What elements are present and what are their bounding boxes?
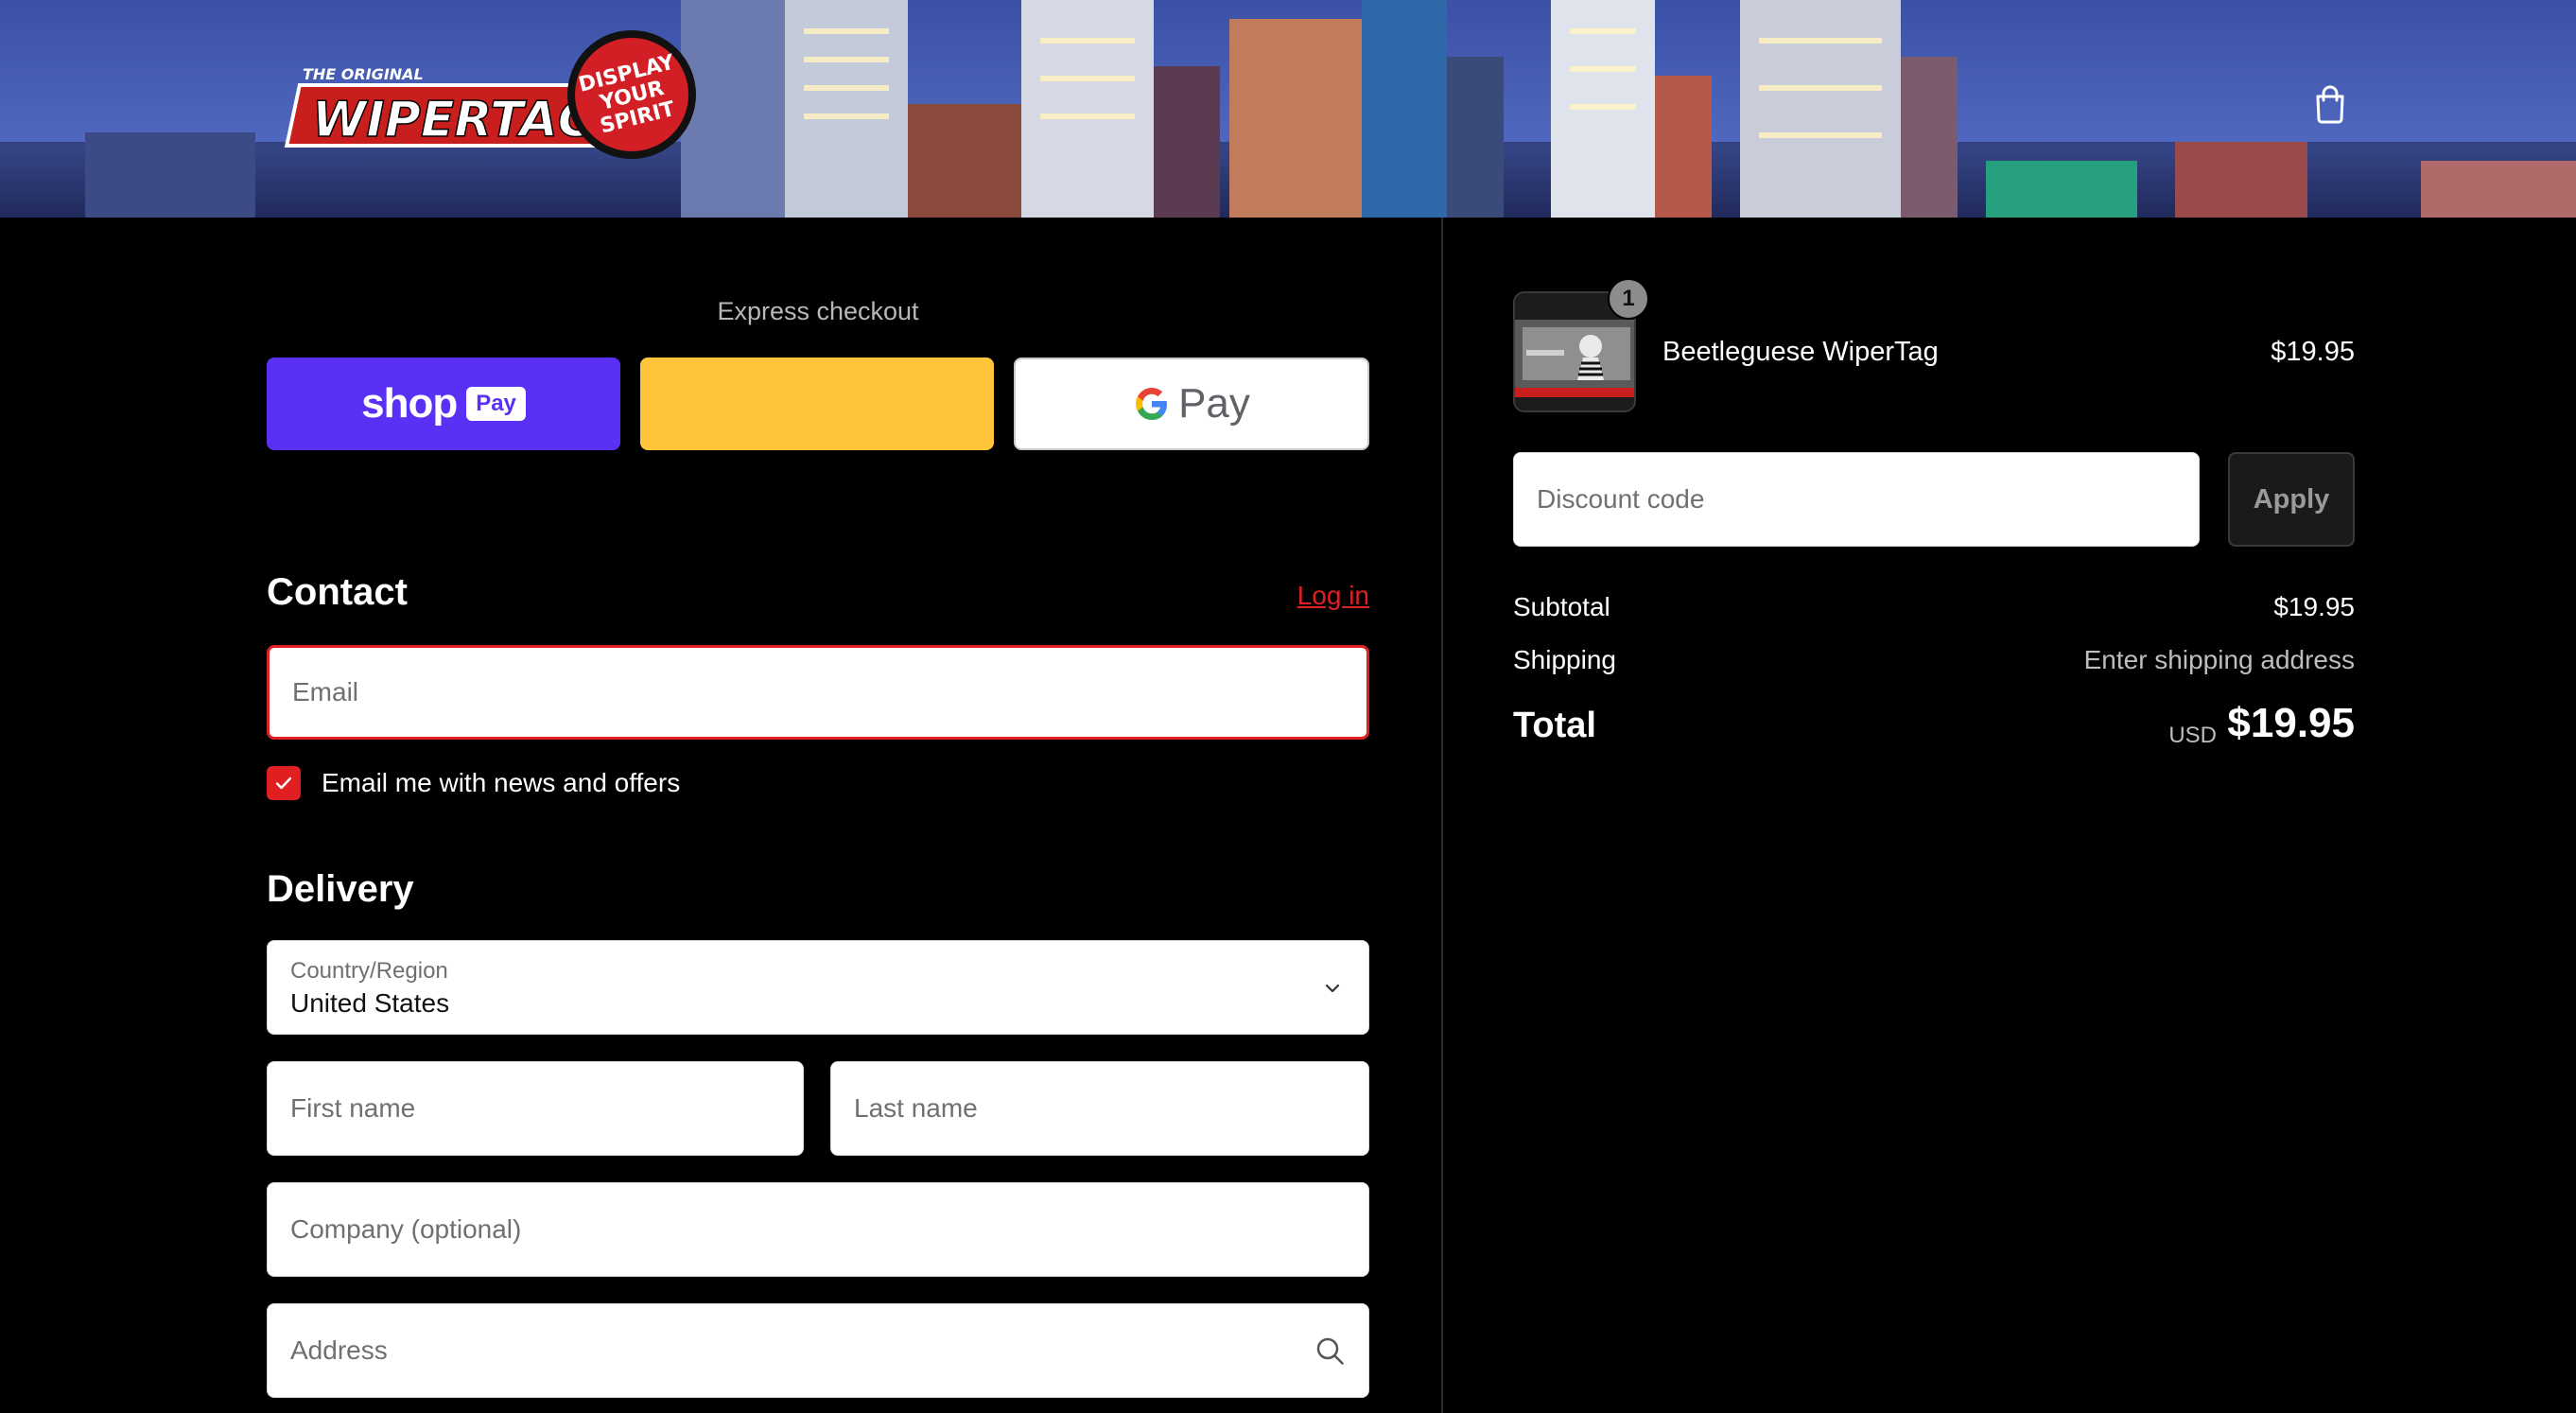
column-divider xyxy=(1441,218,1443,1413)
product-price: $19.95 xyxy=(2271,337,2355,367)
product-thumbnail-wrapper: 1 xyxy=(1513,278,1649,412)
first-name-field-wrapper xyxy=(267,1061,804,1156)
shop-pay-button[interactable]: shop Pay xyxy=(267,358,620,450)
discount-field-wrapper xyxy=(1513,452,2200,547)
quantity-badge: 1 xyxy=(1608,278,1649,320)
header-banner: THE ORIGINAL WIPERTAGS DISPLAY YOUR SPIR… xyxy=(0,0,2576,218)
address-field[interactable] xyxy=(268,1304,1368,1397)
discount-code-input[interactable] xyxy=(1514,453,2199,546)
last-name-field[interactable] xyxy=(831,1062,1368,1155)
chevron-down-icon xyxy=(1325,984,1340,993)
subtotal-row: Subtotal $19.95 xyxy=(1513,592,2355,630)
newsletter-checkbox[interactable] xyxy=(267,766,301,800)
contact-title: Contact xyxy=(267,571,408,613)
total-label: Total xyxy=(1513,706,1596,745)
total-currency: USD xyxy=(2168,723,2217,748)
total-value: $19.95 xyxy=(2227,700,2355,746)
google-pay-button[interactable]: Pay xyxy=(1014,358,1369,450)
delivery-title: Delivery xyxy=(267,868,414,910)
wipertags-logo[interactable]: THE ORIGINAL WIPERTAGS DISPLAY YOUR SPIR… xyxy=(274,26,700,168)
checkmark-icon xyxy=(275,776,292,790)
country-select-value: United States xyxy=(290,988,450,1018)
shop-pay-wordmark: shop xyxy=(361,380,458,427)
country-select-label: Country/Region xyxy=(290,958,448,984)
newsletter-option: Email me with news and offers xyxy=(267,764,680,802)
apply-discount-button[interactable]: Apply xyxy=(2228,452,2355,547)
email-field[interactable] xyxy=(270,648,1366,737)
google-pay-label: Pay xyxy=(1178,380,1250,427)
subtotal-value: $19.95 xyxy=(2273,592,2355,621)
shop-pay-badge: Pay xyxy=(466,387,526,421)
express-checkout-title: Express checkout xyxy=(717,297,919,325)
company-field-wrapper xyxy=(267,1182,1369,1277)
shipping-value: Enter shipping address xyxy=(2083,645,2355,674)
logo-top-text: THE ORIGINAL xyxy=(303,65,424,83)
shipping-row: Shipping Enter shipping address xyxy=(1513,645,2355,683)
shipping-label: Shipping xyxy=(1513,645,1616,674)
total-row: Total USD $19.95 xyxy=(1513,700,2355,757)
address-field-wrapper xyxy=(267,1303,1369,1398)
newsletter-label: Email me with news and offers xyxy=(322,768,681,797)
shopping-bag-icon[interactable] xyxy=(2307,81,2353,127)
country-select[interactable]: Country/Region United States xyxy=(267,940,1369,1035)
login-link[interactable]: Log in xyxy=(1297,581,1369,611)
company-field[interactable] xyxy=(268,1183,1368,1276)
subtotal-label: Subtotal xyxy=(1513,592,1610,621)
google-g-icon xyxy=(1136,388,1168,420)
last-name-field-wrapper xyxy=(830,1061,1369,1156)
email-field-wrapper xyxy=(267,645,1369,740)
amazon-pay-button[interactable] xyxy=(640,358,994,450)
product-name: Beetleguese WiperTag xyxy=(1662,337,1939,367)
first-name-field[interactable] xyxy=(268,1062,803,1155)
search-icon[interactable] xyxy=(1314,1334,1348,1369)
